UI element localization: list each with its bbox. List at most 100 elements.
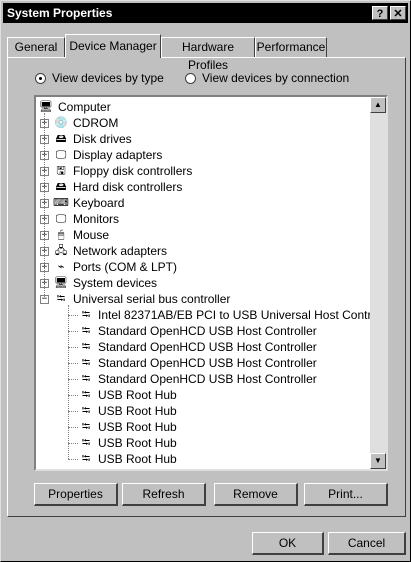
device-tree: 🖥 Computer + 💿 CDROM + 🖴 Disk drives + 🖵 Display a… [36, 97, 386, 469]
tree-item[interactable]: + ⌨ Keyboard [40, 195, 124, 211]
tree-item[interactable]: + 🖵 Display adapters [40, 147, 162, 163]
tree-item-label: Computer [58, 100, 111, 114]
close-button[interactable]: ✕ [390, 6, 406, 20]
tree-item[interactable]: ⭾ Standard OpenHCD USB Host Controller [78, 323, 317, 339]
title-bar[interactable]: System Properties ? ✕ [3, 3, 408, 23]
help-button[interactable]: ? [372, 6, 388, 20]
tree-item-label: Intel 82371AB/EB PCI to USB Universal Ho… [98, 308, 388, 322]
refresh-button[interactable]: Refresh [122, 483, 206, 506]
view-by-connection-label: View devices by connection [202, 71, 350, 85]
usb-icon: ⭾ [81, 405, 91, 417]
keyboard-icon: ⌨ [53, 197, 69, 209]
ok-button[interactable]: OK [252, 532, 324, 555]
monitor-icon: 🖵 [55, 213, 67, 225]
tree-item[interactable]: + 🖥 System devices [40, 275, 157, 291]
tree-connector [68, 459, 78, 460]
system-properties-window: System Properties ? ✕ General Device Man… [0, 0, 411, 562]
remove-button[interactable]: Remove [214, 483, 298, 506]
tree-item-label: Standard OpenHCD USB Host Controller [98, 356, 317, 370]
tree-item-label: Disk drives [73, 132, 132, 146]
tree-item-label: Network adapters [73, 244, 168, 258]
tab-performance[interactable]: Performance [255, 37, 327, 57]
scroll-up-arrow-icon[interactable]: ▲ [370, 97, 386, 113]
tree-item[interactable]: + 🖴 Disk drives [40, 131, 132, 147]
tree-item[interactable]: ⭾ Standard OpenHCD USB Host Controller [78, 371, 317, 387]
cancel-button[interactable]: Cancel [328, 532, 406, 555]
tree-connector [68, 379, 78, 380]
window-title: System Properties [7, 6, 113, 20]
tree-item-label: Standard OpenHCD USB Host Controller [98, 324, 317, 338]
hard-disk-controller-icon: 🖴 [55, 181, 67, 193]
usb-icon: ⭾ [81, 309, 91, 321]
disk-drive-icon: 🖴 [55, 133, 67, 145]
tree-item[interactable]: + ⌁ Ports (COM & LPT) [40, 259, 177, 275]
device-tree-listbox[interactable]: 🖥 Computer + 💿 CDROM + 🖴 Disk drives + 🖵 Display a… [34, 95, 388, 471]
system-device-icon: 🖥 [54, 277, 68, 289]
tree-connector [44, 113, 45, 299]
tree-item-label: Keyboard [73, 196, 125, 210]
view-by-type-label: View devices by type [52, 71, 164, 85]
tree-item-label: USB Root Hub [98, 452, 177, 466]
tree-item[interactable]: + 🖴 Hard disk controllers [40, 179, 182, 195]
tree-item-label: System devices [73, 276, 158, 290]
tree-item[interactable]: + 🖱 Mouse [40, 227, 109, 243]
tree-item-label: Hard disk controllers [73, 180, 183, 194]
usb-icon: ⭾ [81, 373, 91, 385]
usb-icon: ⭾ [81, 341, 91, 353]
cdrom-icon: 💿 [54, 117, 68, 129]
tree-connector [68, 315, 78, 316]
tree-item-label: Monitors [73, 212, 120, 226]
view-by-type-option[interactable]: View devices by type [35, 71, 164, 85]
radio-by-type[interactable] [35, 72, 46, 84]
display-adapter-icon: 🖵 [55, 149, 67, 161]
tree-connector [68, 363, 78, 364]
tree-item[interactable]: 🖥 Computer [38, 99, 111, 115]
vertical-scrollbar[interactable]: ▲ ▼ [370, 97, 386, 469]
tree-connector [68, 443, 78, 444]
tree-item[interactable]: ⭾ Intel 82371AB/EB PCI to USB Universal H… [78, 307, 388, 323]
tree-item-label: Mouse [73, 228, 110, 242]
network-adapter-icon: 🖧 [54, 245, 68, 257]
port-icon: ⌁ [57, 261, 65, 273]
tree-connector [68, 347, 78, 348]
radio-by-connection[interactable] [185, 72, 196, 84]
tree-item[interactable]: ⭾ USB Root Hub [78, 419, 177, 435]
tree-item[interactable]: + 🖧 Network adapters [40, 243, 167, 259]
tree-item-label: USB Root Hub [98, 388, 177, 402]
tree-item-label: Display adapters [73, 148, 163, 162]
tree-connector [68, 411, 78, 412]
tree-item[interactable]: + 🖫 Floppy disk controllers [40, 163, 192, 179]
tree-item[interactable]: ⭾ Standard OpenHCD USB Host Controller [78, 339, 317, 355]
tree-connector [68, 331, 78, 332]
tab-device-manager[interactable]: Device Manager [65, 34, 161, 58]
scroll-down-arrow-icon[interactable]: ▼ [370, 453, 386, 469]
tree-item-label: USB Root Hub [98, 404, 177, 418]
tree-item-label: CDROM [73, 116, 119, 130]
tree-item-label: Standard OpenHCD USB Host Controller [98, 372, 317, 386]
tree-item-label: USB Root Hub [98, 436, 177, 450]
tree-item[interactable]: + 💿 CDROM [40, 115, 118, 131]
tree-connector [68, 395, 78, 396]
tree-item[interactable]: ⭾ Standard OpenHCD USB Host Controller [78, 355, 317, 371]
tree-item[interactable]: ⭾ USB Root Hub [78, 435, 177, 451]
tree-item-label: Standard OpenHCD USB Host Controller [98, 340, 317, 354]
tree-item-label: Universal serial bus controller [73, 292, 231, 306]
tree-item-label: Ports (COM & LPT) [73, 260, 178, 274]
usb-icon: ⭾ [81, 437, 91, 449]
tree-item[interactable]: ⭾ USB Root Hub [78, 387, 177, 403]
usb-icon: ⭾ [81, 325, 91, 337]
tab-general[interactable]: General [7, 37, 65, 57]
floppy-controller-icon: 🖫 [56, 165, 66, 177]
view-by-connection-option[interactable]: View devices by connection [185, 71, 349, 85]
properties-button[interactable]: Properties [34, 483, 118, 506]
tree-connector [68, 427, 78, 428]
tree-item[interactable]: + 🖵 Monitors [40, 211, 119, 227]
usb-icon: ⭾ [81, 453, 91, 465]
tree-item-label: Floppy disk controllers [73, 164, 193, 178]
usb-icon: ⭾ [56, 293, 66, 305]
tab-hardware-profiles[interactable]: Hardware Profiles [161, 37, 255, 72]
tree-item[interactable]: ⭾ USB Root Hub [78, 451, 177, 467]
print-button[interactable]: Print... [304, 483, 388, 506]
usb-icon: ⭾ [81, 421, 91, 433]
tree-item[interactable]: ⭾ USB Root Hub [78, 403, 177, 419]
